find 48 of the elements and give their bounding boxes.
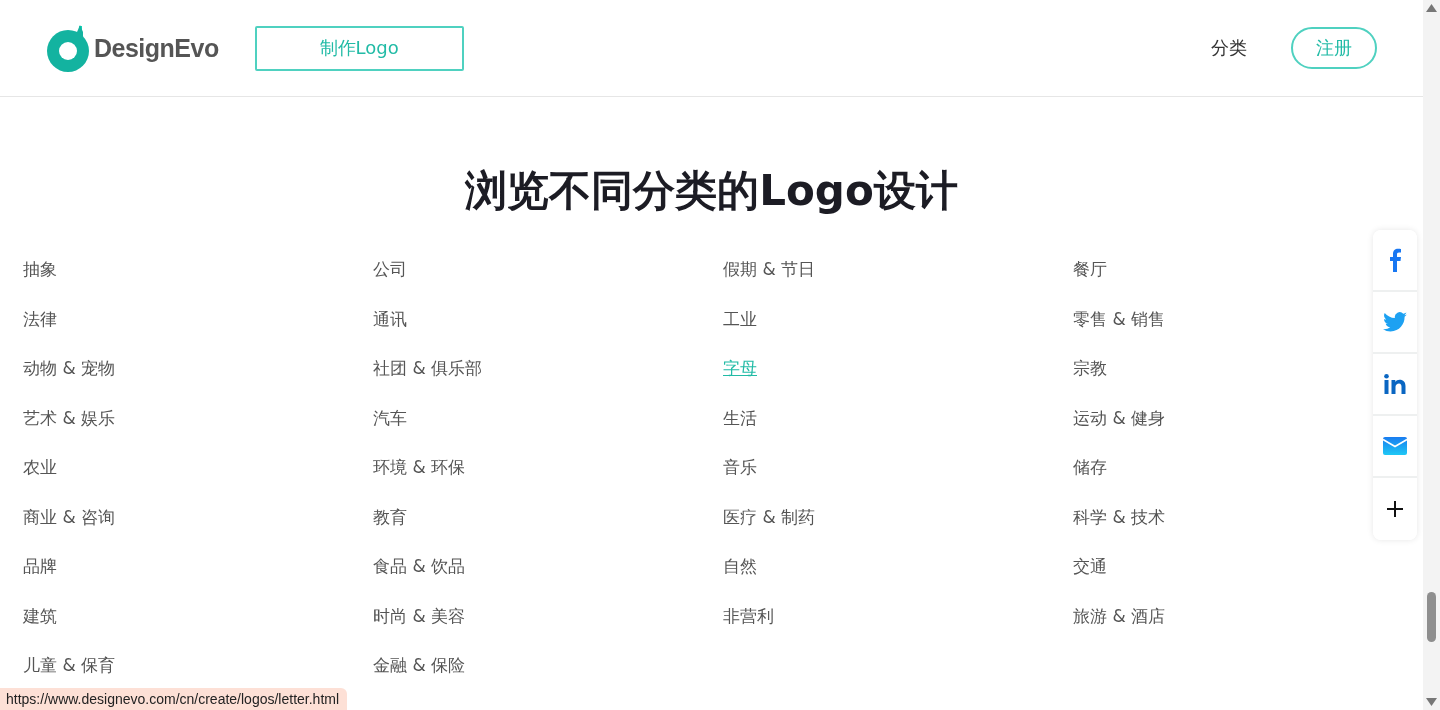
category-link[interactable]: 社团 & 俱乐部: [373, 356, 483, 380]
category-link[interactable]: 餐厅: [1073, 257, 1107, 281]
category-link[interactable]: 运动 & 健身: [1073, 405, 1166, 430]
scroll-down-icon[interactable]: [1426, 698, 1437, 706]
category-link[interactable]: 品牌: [23, 554, 57, 578]
category-link[interactable]: 储存: [1073, 455, 1107, 479]
category-link[interactable]: 农业: [23, 455, 57, 479]
category-link[interactable]: 假期 & 节日: [723, 257, 816, 281]
category-link[interactable]: 自然: [723, 554, 757, 578]
scrollbar[interactable]: [1423, 0, 1440, 710]
logo-text: DesignEvo: [94, 33, 219, 63]
category-link[interactable]: 科学 & 技术: [1073, 504, 1166, 529]
category-link[interactable]: 儿童 & 保育: [23, 653, 116, 677]
status-url: https://www.designevo.com/cn/create/logos/letter.html: [0, 688, 348, 710]
category-link[interactable]: 旅游 & 酒店: [1073, 603, 1166, 628]
category-link[interactable]: 宗教: [1073, 356, 1107, 380]
category-link[interactable]: 环境 & 环保: [373, 455, 466, 479]
plus-icon: [1386, 500, 1404, 518]
envelope-icon: [1383, 437, 1407, 455]
category-link[interactable]: 艺术 & 娱乐: [23, 405, 116, 430]
category-link[interactable]: 动物 & 宠物: [23, 356, 116, 380]
bird-icon: [1383, 312, 1407, 332]
category-link[interactable]: 食品 & 饮品: [373, 554, 466, 578]
facebook-icon: [1389, 248, 1401, 272]
category-link[interactable]: 工业: [723, 306, 757, 331]
linkedin-icon: [1384, 374, 1406, 394]
category-link[interactable]: 汽车: [373, 405, 407, 430]
page-title: 浏览不同分类的Logo设计: [463, 165, 959, 217]
category-link[interactable]: 零售 & 销售: [1073, 306, 1166, 331]
scroll-up-icon[interactable]: [1426, 4, 1437, 12]
category-link[interactable]: 金融 & 保险: [373, 653, 466, 677]
category-link[interactable]: 建筑: [23, 603, 57, 628]
category-link[interactable]: 非营利: [723, 603, 774, 628]
scroll-thumb[interactable]: [1427, 592, 1436, 642]
category-link[interactable]: 商业 & 咨询: [23, 504, 116, 529]
category-link[interactable]: 抽象: [23, 257, 57, 281]
category-link[interactable]: 医疗 & 制药: [723, 504, 816, 529]
category-link[interactable]: 教育: [373, 504, 407, 529]
category-link[interactable]: 音乐: [723, 455, 757, 479]
category-link[interactable]: 公司: [373, 257, 407, 281]
share-button[interactable]: [1373, 478, 1417, 540]
category-link[interactable]: 时尚 & 美容: [373, 603, 466, 628]
category-link[interactable]: 生活: [723, 405, 757, 430]
nav-link[interactable]: 分类: [1211, 36, 1247, 60]
category-link[interactable]: 法律: [23, 306, 57, 331]
category-link[interactable]: 交通: [1073, 554, 1107, 578]
category-link[interactable]: 通讯: [373, 306, 407, 331]
logo-icon: [46, 24, 90, 72]
